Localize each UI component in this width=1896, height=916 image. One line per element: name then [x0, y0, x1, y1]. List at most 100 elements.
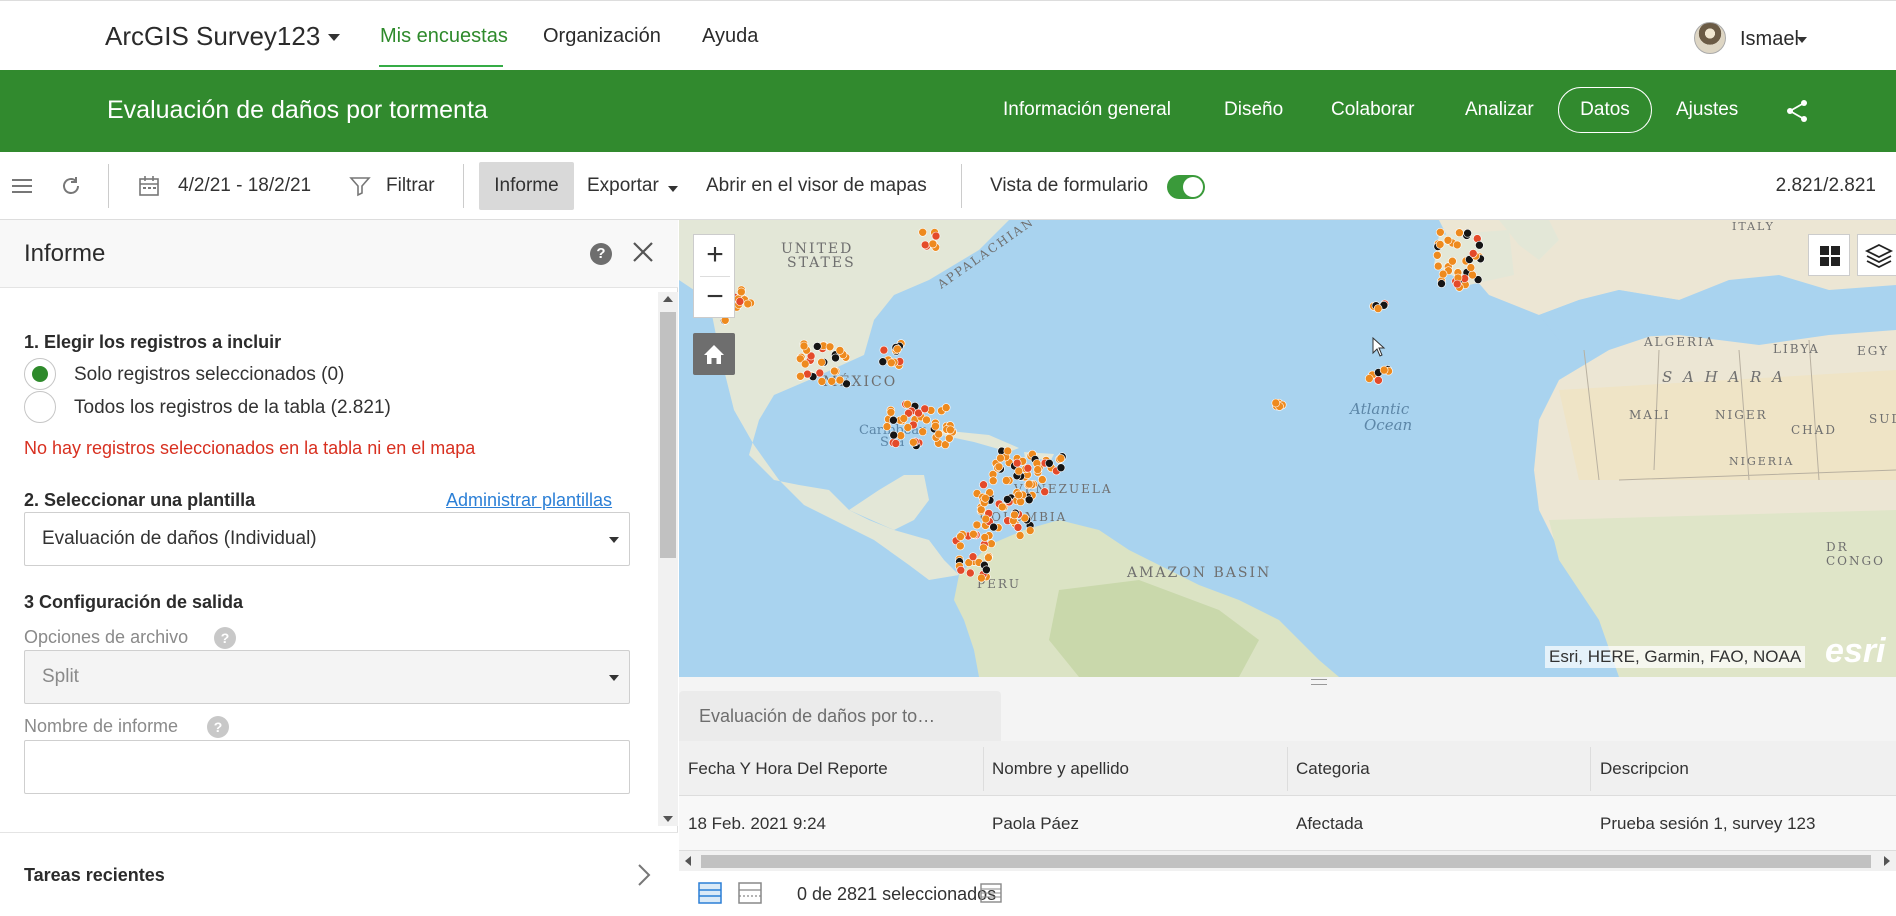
- survey-point[interactable]: [969, 529, 978, 539]
- show-all-records-icon[interactable]: [698, 882, 722, 904]
- survey-point[interactable]: [1468, 249, 1478, 258]
- survey-point[interactable]: [920, 404, 930, 414]
- survey-point[interactable]: [813, 342, 822, 351]
- survey-point[interactable]: [1001, 476, 1011, 485]
- survey-point[interactable]: [980, 533, 990, 542]
- home-button[interactable]: [693, 333, 735, 375]
- survey-point[interactable]: [1443, 235, 1453, 245]
- survey-point[interactable]: [965, 568, 975, 578]
- survey-point[interactable]: [835, 346, 845, 355]
- user-menu-caret-icon[interactable]: [1797, 37, 1807, 43]
- nav-mis-encuestas[interactable]: Mis encuestas: [380, 25, 508, 48]
- survey-point[interactable]: [825, 342, 835, 352]
- scroll-right-icon[interactable]: [1884, 856, 1890, 866]
- survey-point[interactable]: [956, 565, 966, 575]
- tab-analizar[interactable]: Analizar: [1465, 99, 1534, 121]
- survey-point[interactable]: [1452, 279, 1462, 289]
- survey-point[interactable]: [972, 520, 982, 530]
- survey-point[interactable]: [1025, 526, 1035, 535]
- survey-point[interactable]: [1056, 463, 1066, 472]
- basemap-gallery-button[interactable]: [1808, 234, 1850, 276]
- survey-point[interactable]: [956, 532, 965, 541]
- survey-point[interactable]: [891, 439, 901, 448]
- survey-point[interactable]: [1437, 279, 1446, 288]
- export-button[interactable]: Exportar: [587, 175, 659, 197]
- survey-point[interactable]: [984, 553, 993, 562]
- avatar[interactable]: [1694, 22, 1726, 54]
- zoom-in-button[interactable]: +: [694, 235, 736, 277]
- survey-point[interactable]: [987, 539, 996, 549]
- survey-point[interactable]: [982, 565, 991, 575]
- filter-icon[interactable]: [348, 174, 372, 198]
- manage-templates-link[interactable]: Administrar plantillas: [446, 490, 612, 511]
- tab-ajustes[interactable]: Ajustes: [1676, 99, 1738, 121]
- survey-point[interactable]: [944, 434, 954, 443]
- scroll-left-icon[interactable]: [685, 856, 691, 866]
- survey-point[interactable]: [1364, 374, 1374, 383]
- survey-point[interactable]: [1463, 228, 1472, 238]
- survey-point[interactable]: [1040, 487, 1050, 497]
- survey-point[interactable]: [1448, 256, 1457, 266]
- report-button[interactable]: Informe: [479, 162, 574, 210]
- survey-point[interactable]: [977, 573, 986, 583]
- radio-selected-records[interactable]: [24, 358, 56, 390]
- refresh-icon[interactable]: [59, 174, 83, 198]
- survey-point[interactable]: [1433, 261, 1443, 271]
- survey-point[interactable]: [736, 287, 746, 297]
- file-options-select[interactable]: Split: [24, 650, 630, 704]
- survey-point[interactable]: [882, 422, 892, 431]
- chevron-right-icon[interactable]: [636, 863, 652, 887]
- help-icon[interactable]: ?: [590, 243, 612, 265]
- survey-point[interactable]: [1003, 495, 1012, 504]
- layer-list-button[interactable]: [1857, 234, 1896, 276]
- tab-informacion-general[interactable]: Información general: [1003, 99, 1171, 121]
- survey-point[interactable]: [1044, 459, 1054, 468]
- scroll-up-icon[interactable]: [663, 296, 673, 302]
- date-range[interactable]: 4/2/21 - 18/2/21: [178, 175, 311, 197]
- share-icon[interactable]: [1784, 98, 1810, 124]
- survey-point[interactable]: [1271, 398, 1281, 408]
- radio-all-records-label[interactable]: Todos los registros de la tabla (2.821): [74, 397, 391, 419]
- column-header-nombre[interactable]: Nombre y apellido: [992, 759, 1129, 779]
- panel-scrollbar[interactable]: [658, 292, 678, 826]
- survey-point[interactable]: [1452, 240, 1462, 250]
- survey-point[interactable]: [893, 344, 902, 354]
- survey-point[interactable]: [1455, 228, 1464, 237]
- recent-tasks-row[interactable]: Tareas recientes: [0, 832, 678, 916]
- survey-point[interactable]: [835, 375, 845, 385]
- survey-point[interactable]: [988, 476, 998, 486]
- form-view-toggle[interactable]: [1167, 175, 1205, 199]
- survey-point[interactable]: [817, 358, 826, 367]
- survey-point[interactable]: [887, 358, 896, 368]
- survey-point[interactable]: [1003, 446, 1013, 456]
- survey-point[interactable]: [889, 415, 898, 425]
- close-icon[interactable]: [630, 239, 656, 265]
- survey-point[interactable]: [903, 423, 913, 432]
- tab-diseno[interactable]: Diseño: [1224, 99, 1283, 121]
- survey-point[interactable]: [1024, 479, 1034, 489]
- nav-ayuda[interactable]: Ayuda: [702, 25, 758, 48]
- survey-point[interactable]: [896, 431, 906, 440]
- survey-point[interactable]: [997, 502, 1007, 512]
- survey-point[interactable]: [1024, 495, 1034, 505]
- survey-point[interactable]: [909, 438, 918, 447]
- scroll-thumb[interactable]: [701, 855, 1871, 868]
- survey-point[interactable]: [1373, 304, 1383, 313]
- survey-point[interactable]: [1023, 463, 1033, 473]
- survey-point[interactable]: [922, 415, 931, 425]
- radio-all-records[interactable]: [24, 391, 56, 423]
- survey-point[interactable]: [1475, 240, 1484, 250]
- survey-point[interactable]: [799, 341, 809, 351]
- show-selected-records-icon[interactable]: [738, 882, 762, 904]
- app-title[interactable]: ArcGIS Survey123: [105, 21, 320, 52]
- file-options-help-icon[interactable]: ?: [214, 627, 236, 649]
- survey-point[interactable]: [743, 299, 753, 309]
- scroll-down-icon[interactable]: [663, 816, 673, 822]
- survey-point[interactable]: [1468, 270, 1477, 280]
- survey-point[interactable]: [994, 462, 1004, 472]
- nav-organizacion[interactable]: Organización: [543, 25, 661, 48]
- survey-point[interactable]: [1438, 269, 1448, 279]
- app-menu-caret-icon[interactable]: [328, 34, 340, 41]
- survey-point[interactable]: [1010, 510, 1019, 520]
- column-divider[interactable]: [1287, 747, 1288, 791]
